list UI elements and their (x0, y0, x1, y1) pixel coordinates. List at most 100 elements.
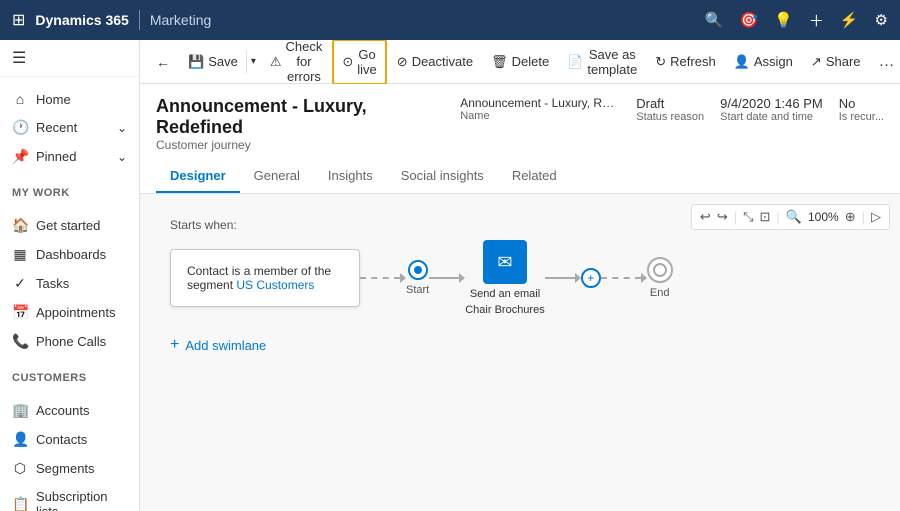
start-node-wrapper: Start (406, 260, 429, 296)
view-button[interactable]: ⊡ (760, 209, 771, 225)
sidebar-item-get-started[interactable]: 🏠 Get started (0, 211, 139, 240)
sidebar-item-pinned[interactable]: 📌 Pinned (0, 142, 139, 171)
sidebar-phone-calls-label: Phone Calls (36, 334, 106, 349)
record-status-label: Status reason (636, 111, 704, 123)
sidebar-tasks-label: Tasks (36, 276, 69, 291)
contacts-icon: 👤 (12, 431, 28, 448)
module-name: Marketing (150, 12, 211, 28)
sidebar-appointments-label: Appointments (36, 305, 116, 320)
sidebar-item-segments[interactable]: ⬡ Segments (0, 454, 139, 483)
end-node-inner (653, 263, 667, 277)
sidebar-item-tasks[interactable]: ✓ Tasks (0, 269, 139, 298)
top-navigation: ⊞ Dynamics 365 Marketing 🔍 🎯 💡 ＋ ⚡ ⚙ (0, 0, 900, 40)
more-commands-button[interactable]: … (871, 49, 900, 75)
redo-button[interactable]: ↪ (717, 209, 728, 225)
start-node[interactable] (408, 260, 428, 280)
tab-related[interactable]: Related (498, 160, 571, 193)
deactivate-icon: ⊘ (397, 54, 408, 70)
target-icon[interactable]: 🎯 (739, 11, 758, 29)
content-area: ← 💾 Save ▾ ⚠ Check for errors ⊙ Go live … (140, 40, 900, 511)
share-icon: ↗ (811, 54, 822, 70)
customers-group-label: Customers (0, 364, 139, 388)
save-as-template-button[interactable]: 📄 Save as template (559, 41, 645, 83)
main-layout: ☰ ⌂ Home 🕐 Recent 📌 Pinned My Work 🏠 Get… (0, 40, 900, 511)
record-date-value: 9/4/2020 1:46 PM (720, 96, 823, 111)
sidebar-recent-label: Recent (36, 120, 77, 135)
share-button[interactable]: ↗ Share (803, 48, 869, 76)
help-icon[interactable]: 💡 (774, 11, 793, 29)
home-icon: ⌂ (12, 91, 28, 107)
sidebar-item-appointments[interactable]: 📅 Appointments (0, 298, 139, 327)
tab-designer[interactable]: Designer (156, 160, 240, 193)
sidebar-item-dashboards[interactable]: ▦ Dashboards (0, 240, 139, 269)
save-dropdown-arrow[interactable]: ▾ (246, 50, 260, 73)
record-header: Announcement - Luxury, Redefined Custome… (140, 84, 900, 194)
refresh-icon: ↻ (655, 54, 666, 70)
undo-button[interactable]: ↩ (700, 209, 711, 225)
email-node-sublabel: Chair Brochures (465, 304, 544, 316)
start-node-inner (414, 266, 422, 274)
junction-node[interactable]: + (581, 268, 601, 288)
sidebar-get-started-label: Get started (36, 218, 100, 233)
zoom-in-button[interactable]: ⊕ (845, 209, 856, 225)
record-recur-field: No Is recur... (839, 96, 884, 125)
sidebar-item-accounts[interactable]: 🏢 Accounts (0, 396, 139, 425)
record-name-label: Name (460, 110, 620, 122)
back-button[interactable]: ← (148, 48, 178, 76)
condition-box: Contact is a member of the segment US Cu… (170, 249, 360, 307)
deactivate-button[interactable]: ⊘ Deactivate (389, 48, 481, 76)
sidebar-item-phone-calls[interactable]: 📞 Phone Calls (0, 327, 139, 356)
segment-link[interactable]: US Customers (236, 278, 314, 292)
sidebar-toggle[interactable]: ☰ (0, 40, 139, 77)
record-title: Announcement - Luxury, Redefined (156, 96, 444, 138)
tab-social-insights[interactable]: Social insights (387, 160, 498, 193)
check-errors-button[interactable]: ⚠ Check for errors (262, 40, 331, 90)
sidebar-segments-label: Segments (36, 461, 95, 476)
record-tabs: Designer General Insights Social insight… (156, 160, 884, 193)
sidebar-pinned-label: Pinned (36, 149, 76, 164)
sidebar-item-home[interactable]: ⌂ Home (0, 85, 139, 113)
sidebar-item-recent[interactable]: 🕐 Recent (0, 113, 139, 142)
settings-icon[interactable]: ⚙ (875, 11, 888, 29)
sidebar: ☰ ⌂ Home 🕐 Recent 📌 Pinned My Work 🏠 Get… (0, 40, 140, 511)
save-button[interactable]: 💾 Save (180, 48, 246, 76)
record-date-field: 9/4/2020 1:46 PM Start date and time (720, 96, 823, 125)
save-split-button[interactable]: 💾 Save ▾ (180, 48, 260, 76)
solid-line-2 (545, 277, 575, 279)
waffle-icon[interactable]: ⊞ (12, 10, 25, 30)
top-nav-icons: 🔍 🎯 💡 ＋ ⚡ ⚙ (705, 10, 888, 31)
sidebar-item-contacts[interactable]: 👤 Contacts (0, 425, 139, 454)
record-status-field: Draft Status reason (636, 96, 704, 125)
end-node[interactable] (647, 257, 673, 283)
filter-icon[interactable]: ⚡ (840, 11, 859, 29)
sidebar-item-subscription-lists[interactable]: 📋 Subscription lists (0, 483, 139, 511)
nav-divider (139, 10, 140, 30)
tab-insights[interactable]: Insights (314, 160, 387, 193)
connector-3 (601, 273, 647, 283)
check-errors-icon: ⚠ (270, 54, 282, 70)
fit-button[interactable]: ⤡ (743, 209, 753, 225)
record-name-field: Announcement - Luxury, Redefined Name (460, 96, 620, 124)
email-node[interactable]: ✉ (483, 240, 527, 284)
delete-icon: 🗑 (491, 54, 508, 70)
email-node-wrapper: ✉ Send an email Chair Brochures (465, 240, 544, 316)
expand-button[interactable]: ▷ (871, 209, 881, 225)
tab-general[interactable]: General (240, 160, 314, 193)
accounts-icon: 🏢 (12, 402, 28, 419)
end-label: End (650, 287, 670, 299)
refresh-button[interactable]: ↻ Refresh (647, 48, 723, 76)
tasks-icon: ✓ (12, 275, 28, 292)
zoom-out-button[interactable]: 🔍 (786, 209, 802, 225)
go-live-button[interactable]: ⊙ Go live (332, 40, 386, 85)
save-label: Save (208, 54, 238, 69)
delete-button[interactable]: 🗑 Delete (483, 48, 557, 76)
record-title-main: Announcement - Luxury, Redefined Custome… (156, 96, 444, 152)
dashed-line (360, 277, 400, 279)
assign-button[interactable]: 👤 Assign (726, 48, 801, 76)
get-started-icon: 🏠 (12, 217, 28, 234)
phone-icon: 📞 (12, 333, 28, 350)
add-icon[interactable]: ＋ (809, 10, 824, 31)
add-swimlane-button[interactable]: + Add swimlane (170, 336, 870, 354)
designer-canvas: ↩ ↪ | ⤡ ⊡ | 🔍 100% ⊕ | ▷ Starts when: Co… (140, 194, 900, 511)
search-icon[interactable]: 🔍 (705, 11, 724, 29)
